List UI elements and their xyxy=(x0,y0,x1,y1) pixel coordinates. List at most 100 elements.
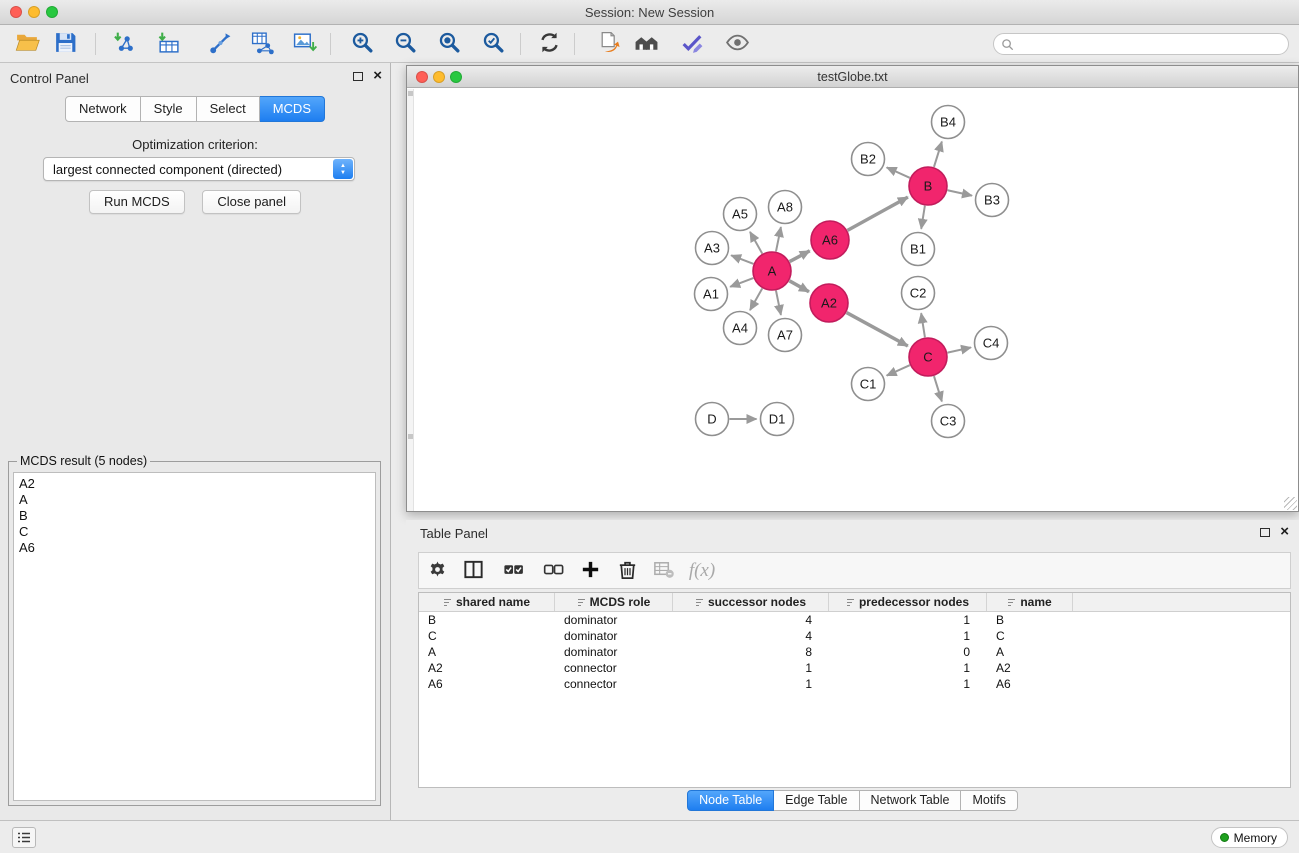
table-cell[interactable]: 1 xyxy=(829,660,987,676)
homes-button[interactable] xyxy=(631,30,661,58)
table-tab-motifs[interactable]: Motifs xyxy=(961,790,1017,811)
table-cell[interactable]: dominator xyxy=(555,612,673,628)
column-header-shared-name[interactable]: shared name xyxy=(419,593,555,611)
run-mcds-button[interactable]: Run MCDS xyxy=(89,190,185,214)
columns-button[interactable] xyxy=(458,557,488,585)
table-cell[interactable]: A6 xyxy=(419,676,555,692)
graph-edge-C-C1[interactable] xyxy=(887,365,910,375)
table-cell[interactable]: A xyxy=(419,644,555,660)
table-row[interactable]: Adominator80A xyxy=(419,644,1290,660)
network-selection-button[interactable] xyxy=(205,30,235,58)
table-row[interactable]: Bdominator41B xyxy=(419,612,1290,628)
graph-node-A3[interactable]: A3 xyxy=(696,232,729,265)
table-cell[interactable]: C xyxy=(987,628,1073,644)
memory-button[interactable]: Memory xyxy=(1211,827,1288,848)
panel-menu-button[interactable] xyxy=(12,827,36,848)
graph-edge-A6-B[interactable] xyxy=(848,197,908,230)
table-tab-edge-table[interactable]: Edge Table xyxy=(774,790,859,811)
graph-node-C2[interactable]: C2 xyxy=(902,277,935,310)
graph-edge-B-B2[interactable] xyxy=(887,167,910,177)
graph-node-B[interactable]: B xyxy=(909,167,947,205)
result-item[interactable]: A xyxy=(19,492,370,508)
network-canvas[interactable]: B4B2BB3A8A5A6A3B1AC2A1A2A4A7C4CC1DD1C3 xyxy=(407,89,1298,511)
import-table-button[interactable] xyxy=(153,30,183,58)
result-item[interactable]: B xyxy=(19,508,370,524)
gutter-handle[interactable] xyxy=(408,434,413,439)
table-cell[interactable]: B xyxy=(987,612,1073,628)
graph-node-B2[interactable]: B2 xyxy=(852,143,885,176)
table-cell[interactable]: A2 xyxy=(987,660,1073,676)
graph-node-A1[interactable]: A1 xyxy=(695,278,728,311)
table-row[interactable]: A2connector11A2 xyxy=(419,660,1290,676)
table-cell[interactable]: C xyxy=(419,628,555,644)
network-graph[interactable]: B4B2BB3A8A5A6A3B1AC2A1A2A4A7C4CC1DD1C3 xyxy=(414,89,1298,513)
graph-edge-A-A6[interactable] xyxy=(790,251,810,262)
column-header-MCDS-role[interactable]: MCDS role xyxy=(555,593,673,611)
close-panel-icon[interactable]: × xyxy=(373,71,382,81)
graph-edge-A-A2[interactable] xyxy=(789,281,809,292)
network-window-titlebar[interactable]: testGlobe.txt xyxy=(407,66,1298,88)
graph-node-B1[interactable]: B1 xyxy=(902,233,935,266)
table-cell[interactable]: A2 xyxy=(419,660,555,676)
graph-node-C1[interactable]: C1 xyxy=(852,368,885,401)
search-input[interactable] xyxy=(1018,35,1280,53)
table-row[interactable]: Cdominator41C xyxy=(419,628,1290,644)
table-cell[interactable]: 1 xyxy=(829,676,987,692)
graph-node-C[interactable]: C xyxy=(909,338,947,376)
import-network-button[interactable] xyxy=(108,30,138,58)
graph-edge-B-B4[interactable] xyxy=(934,142,942,167)
delete-table-button[interactable] xyxy=(648,557,678,585)
add-button[interactable] xyxy=(575,557,605,585)
graph-node-B3[interactable]: B3 xyxy=(976,184,1009,217)
close-panel-button[interactable]: Close panel xyxy=(202,190,301,214)
table-cell[interactable]: 1 xyxy=(829,628,987,644)
graph-node-C4[interactable]: C4 xyxy=(975,327,1008,360)
graph-edge-A-A3[interactable] xyxy=(731,255,753,264)
control-tab-network[interactable]: Network xyxy=(65,96,141,122)
graph-edge-A-A1[interactable] xyxy=(730,278,753,287)
document-copy-button[interactable] xyxy=(594,30,624,58)
graph-node-A8[interactable]: A8 xyxy=(769,191,802,224)
graph-node-A[interactable]: A xyxy=(753,252,791,290)
table-cell[interactable]: 4 xyxy=(673,628,829,644)
graph-node-A5[interactable]: A5 xyxy=(724,198,757,231)
graph-node-C3[interactable]: C3 xyxy=(932,405,965,438)
gutter-handle[interactable] xyxy=(408,91,413,96)
graph-edge-A-A7[interactable] xyxy=(776,291,781,315)
control-tab-select[interactable]: Select xyxy=(197,96,260,122)
graph-node-A6[interactable]: A6 xyxy=(811,221,849,259)
table-row[interactable]: A6connector11A6 xyxy=(419,676,1290,692)
select-all-button[interactable] xyxy=(498,557,528,585)
zoom-out-button[interactable] xyxy=(390,30,420,58)
table-cell[interactable]: dominator xyxy=(555,644,673,660)
table-cell[interactable]: A xyxy=(987,644,1073,660)
graph-edge-A-A4[interactable] xyxy=(750,288,762,310)
table-tab-node-table[interactable]: Node Table xyxy=(687,790,774,811)
column-header-predecessor-nodes[interactable]: predecessor nodes xyxy=(829,593,987,611)
image-export-button[interactable] xyxy=(289,30,319,58)
zoom-in-button[interactable] xyxy=(347,30,377,58)
graph-edge-B-B3[interactable] xyxy=(948,190,972,195)
graph-node-A2[interactable]: A2 xyxy=(810,284,848,322)
delete-button[interactable] xyxy=(612,557,642,585)
graph-node-B4[interactable]: B4 xyxy=(932,106,965,139)
graph-edge-B-B1[interactable] xyxy=(921,206,925,229)
folder-open-button[interactable] xyxy=(12,30,42,58)
network-table-button[interactable] xyxy=(247,30,277,58)
table-cell[interactable]: 4 xyxy=(673,612,829,628)
graph-node-D[interactable]: D xyxy=(696,403,729,436)
column-header-successor-nodes[interactable]: successor nodes xyxy=(673,593,829,611)
graph-edge-C-C4[interactable] xyxy=(948,347,971,352)
graph-node-D1[interactable]: D1 xyxy=(761,403,794,436)
search-box[interactable] xyxy=(993,33,1289,55)
graph-edge-A-A5[interactable] xyxy=(750,232,762,254)
column-header-name[interactable]: name xyxy=(987,593,1073,611)
graph-node-A7[interactable]: A7 xyxy=(769,319,802,352)
table-cell[interactable]: 1 xyxy=(829,612,987,628)
table-cell[interactable]: B xyxy=(419,612,555,628)
result-item[interactable]: C xyxy=(19,524,370,540)
table-tab-network-table[interactable]: Network Table xyxy=(860,790,962,811)
result-item[interactable]: A6 xyxy=(19,540,370,556)
settings-button[interactable] xyxy=(422,557,452,585)
float-table-panel-icon[interactable] xyxy=(1260,528,1270,537)
